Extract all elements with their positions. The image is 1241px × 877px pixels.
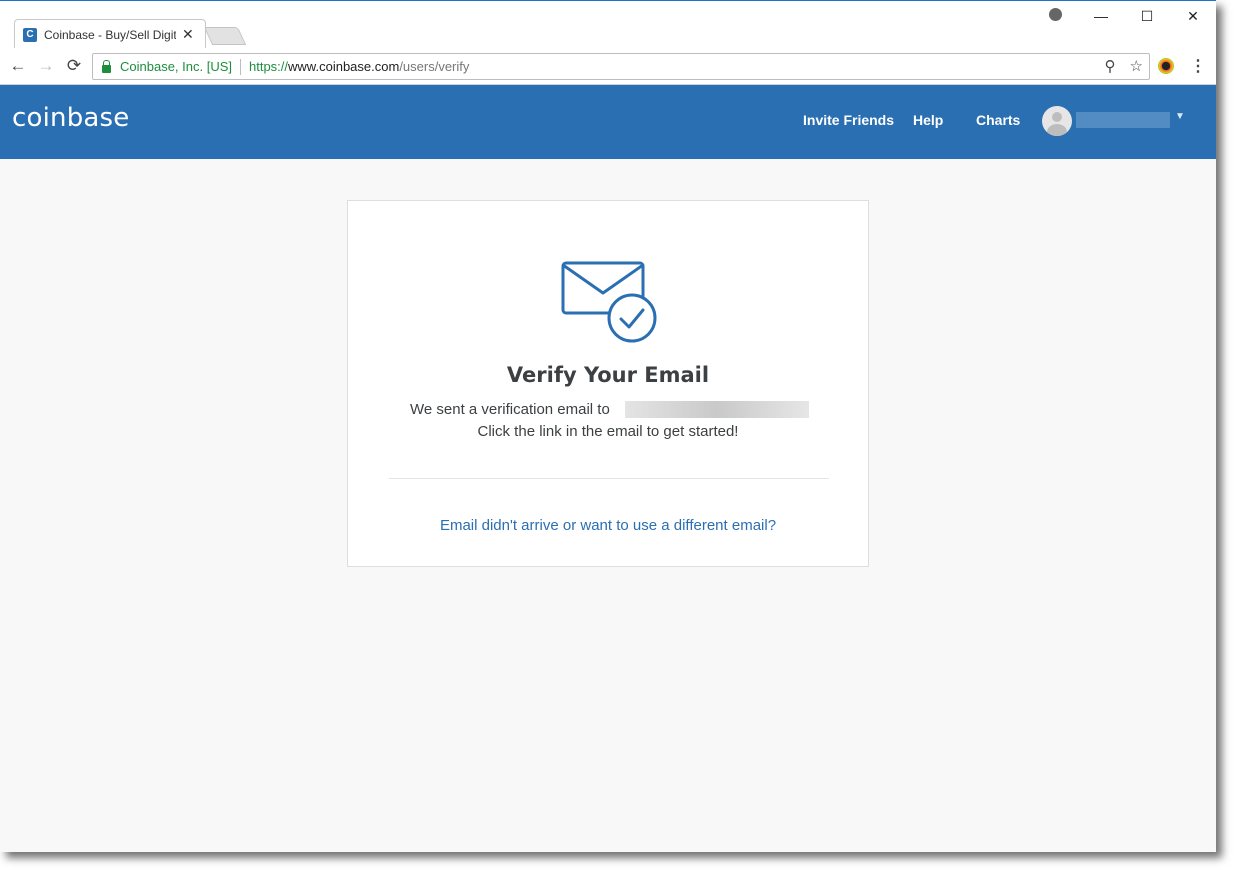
profile-button[interactable] xyxy=(1032,8,1078,24)
url-path: /users/verify xyxy=(399,59,470,74)
reload-button[interactable]: ⟳ xyxy=(63,56,85,76)
profile-icon xyxy=(1048,8,1062,21)
extension-icon[interactable] xyxy=(1158,58,1174,74)
coinbase-header: coinbase Invite Friends Help Charts ▼ xyxy=(0,85,1216,159)
tab-close-icon[interactable]: ✕ xyxy=(182,26,194,43)
verification-instructions: Click the link in the email to get start… xyxy=(477,423,739,440)
coinbase-logo[interactable]: coinbase xyxy=(12,103,129,133)
address-separator xyxy=(240,58,241,75)
close-window-button[interactable]: ✕ xyxy=(1170,8,1216,25)
nav-help[interactable]: Help xyxy=(913,112,943,128)
browser-menu-icon[interactable]: ⋮ xyxy=(1190,56,1206,76)
chevron-down-icon[interactable]: ▼ xyxy=(1175,111,1185,122)
browser-window: C Coinbase - Buy/Sell Digit ✕ — ☐ ✕ ← → … xyxy=(0,0,1216,852)
forward-button[interactable]: → xyxy=(35,56,57,76)
key-icon[interactable]: ⚲ xyxy=(1105,57,1116,75)
bookmark-star-icon[interactable]: ☆ xyxy=(1130,57,1143,75)
back-button[interactable]: ← xyxy=(7,56,29,76)
browser-toolbar: ← → ⟳ Coinbase, Inc. [US] https:// www.c… xyxy=(0,48,1216,85)
nav-invite-friends[interactable]: Invite Friends xyxy=(803,112,894,128)
verify-email-card: Verify Your Email We sent a verification… xyxy=(347,200,869,567)
divider xyxy=(389,478,829,479)
lock-icon xyxy=(102,59,111,73)
address-bar[interactable]: Coinbase, Inc. [US] https:// www.coinbas… xyxy=(92,53,1150,80)
tab-coinbase[interactable]: C Coinbase - Buy/Sell Digit ✕ xyxy=(14,19,206,49)
maximize-button[interactable]: ☐ xyxy=(1124,8,1170,25)
site-identity[interactable]: Coinbase, Inc. [US] xyxy=(120,59,232,74)
url-scheme: https:// xyxy=(249,59,289,74)
url-host: www.coinbase.com xyxy=(288,59,400,74)
window-controls: — ☐ ✕ xyxy=(1032,5,1216,27)
envelope-check-icon xyxy=(561,261,657,343)
avatar[interactable] xyxy=(1042,106,1072,136)
tab-title: Coinbase - Buy/Sell Digit xyxy=(44,27,176,42)
email-redacted xyxy=(625,401,809,418)
coinbase-favicon-icon: C xyxy=(23,27,37,42)
new-tab-button[interactable] xyxy=(203,27,247,45)
minimize-button[interactable]: — xyxy=(1078,8,1124,24)
nav-charts[interactable]: Charts xyxy=(976,112,1020,128)
username-redacted[interactable] xyxy=(1076,112,1170,128)
resend-email-link[interactable]: Email didn't arrive or want to use a dif… xyxy=(348,517,868,534)
title-bar: C Coinbase - Buy/Sell Digit ✕ — ☐ ✕ xyxy=(0,1,1216,49)
address-bar-actions: ⚲ ☆ xyxy=(1105,57,1143,75)
verification-message: We sent a verification email to xyxy=(410,401,610,418)
page-title: Verify Your Email xyxy=(506,363,710,387)
